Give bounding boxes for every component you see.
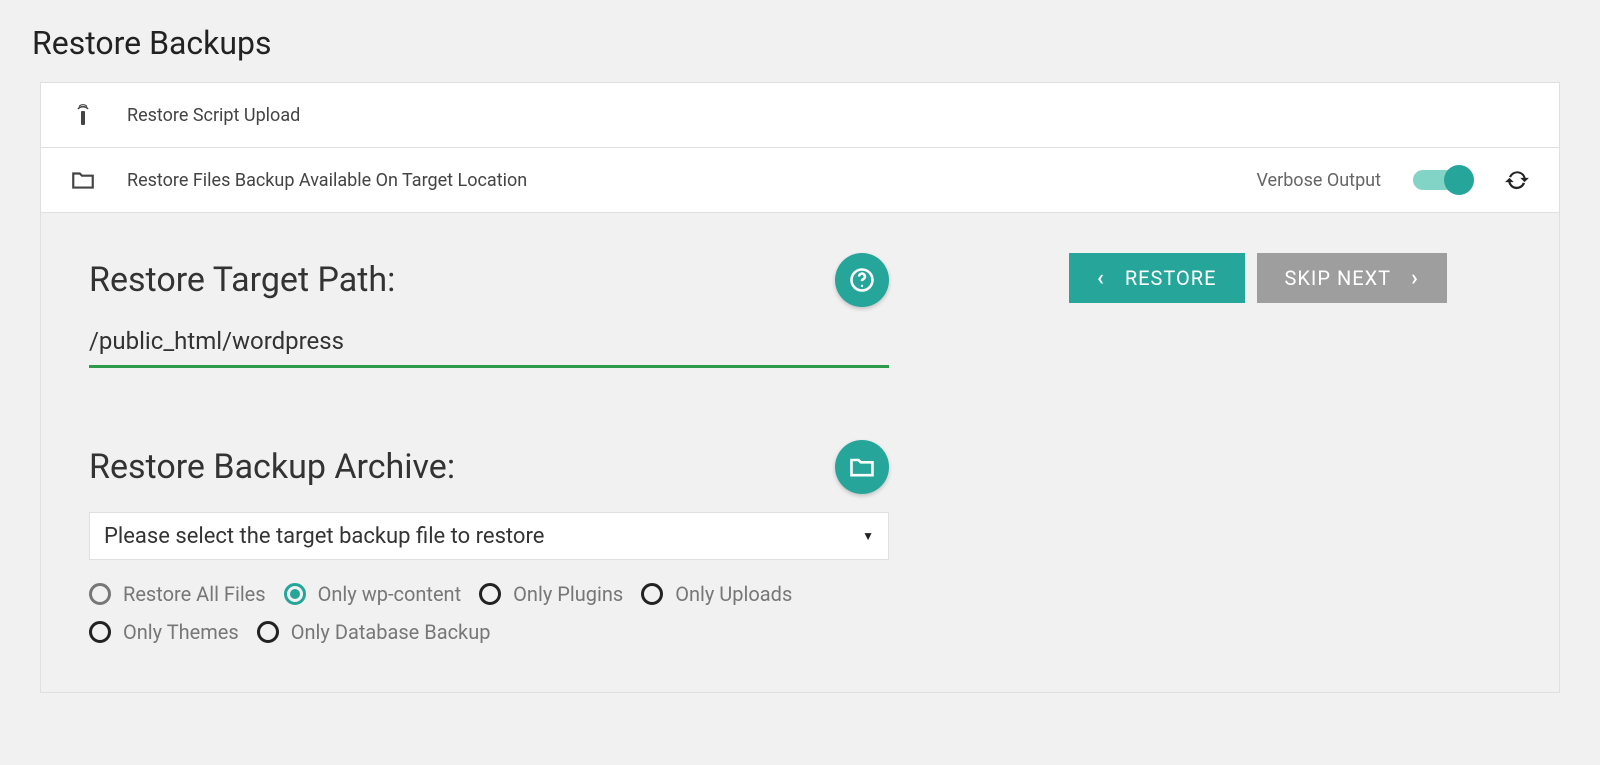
skip-next-button[interactable]: SKIP NEXT › xyxy=(1257,253,1447,303)
chevron-right-icon: › xyxy=(1411,266,1419,291)
radio-label: Only Themes xyxy=(123,620,239,644)
radio-restore-all[interactable]: Restore All Files xyxy=(89,582,266,606)
accordion-restore-files[interactable]: Restore Files Backup Available On Target… xyxy=(41,148,1559,213)
folder-icon xyxy=(69,166,97,194)
restore-button[interactable]: ‹ RESTORE xyxy=(1069,253,1245,303)
chevron-left-icon: ‹ xyxy=(1097,266,1105,291)
chevron-down-icon: ▼ xyxy=(862,529,874,543)
browse-archive-button[interactable] xyxy=(835,440,889,494)
remote-upload-icon xyxy=(69,101,97,129)
radio-only-wp-content[interactable]: Only wp-content xyxy=(284,582,462,606)
refresh-icon[interactable] xyxy=(1503,166,1531,194)
action-buttons: ‹ RESTORE SKIP NEXT › xyxy=(1069,253,1447,303)
radio-label: Only Plugins xyxy=(513,582,623,606)
archive-select-placeholder: Please select the target backup file to … xyxy=(104,524,544,549)
button-label: RESTORE xyxy=(1125,266,1217,290)
radio-only-themes[interactable]: Only Themes xyxy=(89,620,239,644)
radio-only-database[interactable]: Only Database Backup xyxy=(257,620,491,644)
restore-archive-title: Restore Backup Archive: xyxy=(89,447,455,487)
archive-select[interactable]: Please select the target backup file to … xyxy=(89,512,889,560)
page-title: Restore Backups xyxy=(0,0,1600,82)
accordion-restore-script-upload[interactable]: Restore Script Upload xyxy=(41,83,1559,148)
content-area: Restore Target Path: Restore Backup Arch… xyxy=(41,213,1559,692)
radio-label: Restore All Files xyxy=(123,582,266,606)
main-panel: Restore Script Upload Restore Files Back… xyxy=(40,82,1560,693)
help-button[interactable] xyxy=(835,253,889,307)
verbose-output-toggle[interactable] xyxy=(1413,170,1471,190)
radio-label: Only Uploads xyxy=(675,582,792,606)
restore-scope-radios: Restore All Files Only wp-content Only P… xyxy=(89,582,889,644)
radio-only-plugins[interactable]: Only Plugins xyxy=(479,582,623,606)
restore-target-path-title: Restore Target Path: xyxy=(89,260,395,300)
target-path-input[interactable] xyxy=(89,307,889,368)
verbose-output-label: Verbose Output xyxy=(1256,170,1381,191)
radio-label: Only wp-content xyxy=(318,582,462,606)
accordion-label: Restore Script Upload xyxy=(127,105,300,126)
button-label: SKIP NEXT xyxy=(1285,266,1392,290)
accordion-label: Restore Files Backup Available On Target… xyxy=(127,170,527,191)
radio-label: Only Database Backup xyxy=(291,620,491,644)
radio-only-uploads[interactable]: Only Uploads xyxy=(641,582,792,606)
